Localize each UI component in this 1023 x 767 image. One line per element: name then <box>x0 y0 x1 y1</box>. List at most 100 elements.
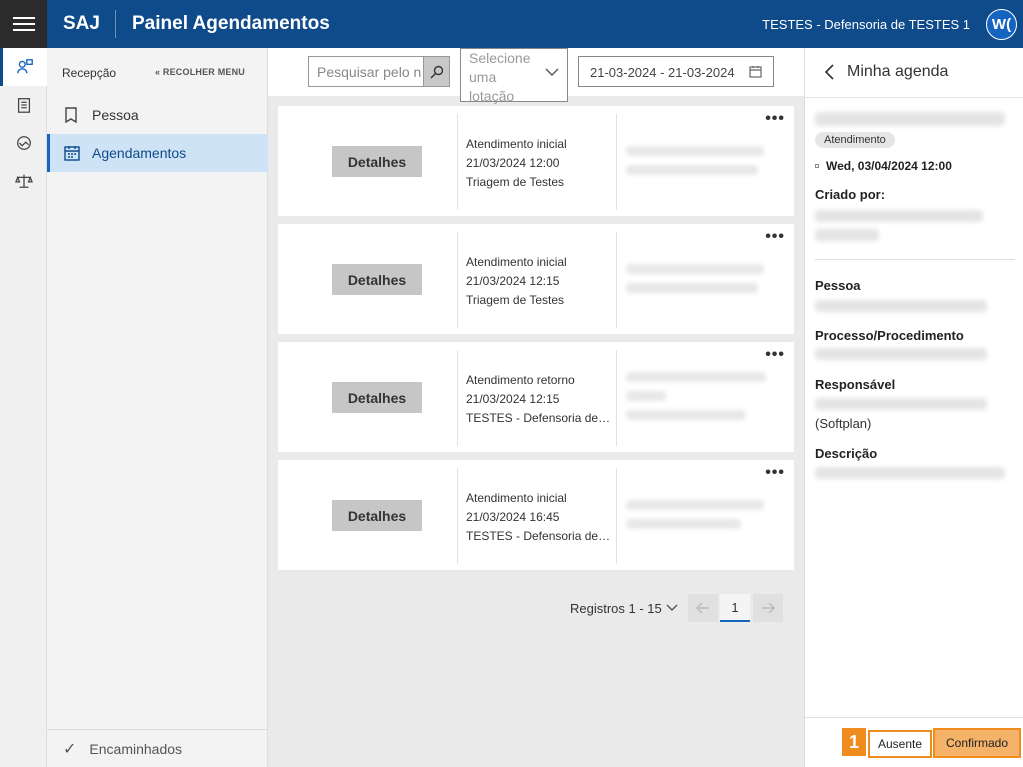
chevron-down-icon[interactable] <box>665 600 679 614</box>
redacted-text <box>626 410 746 420</box>
check-icon: ✓ <box>63 740 77 758</box>
date-range-value: 21-03-2024 - 21-03-2024 <box>590 65 735 80</box>
search-button[interactable] <box>423 56 450 87</box>
back-arrow-icon[interactable] <box>823 63 835 81</box>
redacted-text <box>626 165 758 175</box>
chevron-down-icon <box>545 68 559 76</box>
bookmark-icon <box>64 107 80 123</box>
collapse-menu-label: RECOLHER MENU <box>162 67 245 77</box>
redacted-text <box>626 519 741 529</box>
date-range-input[interactable]: 21-03-2024 - 21-03-2024 <box>578 56 774 87</box>
lotacao-select[interactable]: Selecione uma lotação <box>460 48 568 104</box>
details-button[interactable]: Detalhes <box>332 500 422 531</box>
brand-logo: SAJ <box>63 13 100 34</box>
redacted-text <box>626 264 764 274</box>
page-button-current[interactable]: 1 <box>720 594 750 622</box>
next-page-button[interactable] <box>753 594 783 622</box>
card-divider <box>457 114 458 210</box>
redacted-text <box>626 146 764 156</box>
top-bar: SAJ Painel Agendamentos TESTES - Defenso… <box>0 0 1023 48</box>
appointment-location: Triagem de Testes <box>466 175 565 189</box>
side-menu-section: Recepção <box>62 66 117 80</box>
prev-page-button[interactable] <box>688 594 718 622</box>
responsavel-label: Responsável <box>815 377 896 392</box>
redacted-text <box>815 210 983 222</box>
appointment-date-value: Wed, 03/04/2024 12:00 <box>826 159 952 173</box>
card-divider <box>616 232 617 328</box>
appointment-datetime: 21/03/2024 12:15 <box>466 392 560 406</box>
sidebar-item-label: Agendamentos <box>92 145 187 161</box>
appointment-card: Detalhes Atendimento inicial 21/03/2024 … <box>278 460 794 570</box>
sidebar-item-agendamentos[interactable]: Agendamentos <box>47 134 268 172</box>
redacted-text <box>626 372 766 382</box>
calendar-icon[interactable] <box>749 65 762 78</box>
appointment-location: TESTES - Defensoria de ... <box>466 411 611 425</box>
lotacao-select-placeholder: Selecione uma lotação <box>469 50 531 104</box>
organization-name[interactable]: TESTES - Defensoria de TESTES 1 <box>762 17 970 32</box>
redacted-text <box>815 467 1005 479</box>
rail-scales-icon[interactable] <box>0 162 47 200</box>
card-divider <box>616 114 617 210</box>
sidebar-item-label: Pessoa <box>92 107 139 123</box>
appointment-location: Triagem de Testes <box>466 293 565 307</box>
panel-divider <box>815 259 1015 260</box>
pessoa-label: Pessoa <box>815 278 861 293</box>
redacted-text <box>815 300 987 312</box>
search-icon <box>430 65 443 78</box>
arrow-left-icon <box>696 602 709 614</box>
created-by-label: Criado por: <box>815 187 886 202</box>
rail-reception-icon[interactable] <box>0 48 47 86</box>
more-options-icon[interactable]: ••• <box>765 228 785 246</box>
appointment-datetime: 21/03/2024 12:00 <box>466 156 560 170</box>
card-divider <box>616 468 617 564</box>
appointment-type: Atendimento retorno <box>466 373 575 387</box>
card-divider <box>457 468 458 564</box>
redacted-name <box>815 112 1005 126</box>
collapse-menu-button[interactable]: « RECOLHER MENU <box>155 67 245 77</box>
avatar[interactable]: W( <box>986 9 1017 40</box>
appointment-location: TESTES - Defensoria de ... <box>466 529 611 543</box>
appointment-info: Atendimento inicial 21/03/2024 16:45 TES… <box>466 489 611 546</box>
appointment-card: Detalhes Atendimento retorno 21/03/2024 … <box>278 342 794 452</box>
sidebar-item-encaminhados[interactable]: ✓ Encaminhados <box>47 729 268 767</box>
appointment-type: Atendimento inicial <box>466 137 567 151</box>
sidebar-item-pessoa[interactable]: Pessoa <box>47 96 268 134</box>
appointment-date: Wed, 03/04/2024 12:00 <box>815 159 952 173</box>
confirmado-button[interactable]: Confirmado <box>933 728 1021 758</box>
processo-label: Processo/Procedimento <box>815 328 964 343</box>
page-title: Painel Agendamentos <box>132 13 330 34</box>
more-options-icon[interactable]: ••• <box>765 110 785 128</box>
more-options-icon[interactable]: ••• <box>765 464 785 482</box>
appointment-type: Atendimento inicial <box>466 491 567 505</box>
redacted-text <box>815 398 987 410</box>
card-divider <box>616 350 617 446</box>
more-options-icon[interactable]: ••• <box>765 346 785 364</box>
brand-divider <box>115 10 116 38</box>
icon-rail <box>0 48 47 767</box>
rail-handshake-icon[interactable] <box>0 124 47 162</box>
appointment-info: Atendimento retorno 21/03/2024 12:15 TES… <box>466 371 611 428</box>
records-count: Registros 1 - 15 <box>570 601 662 616</box>
panel-footer: 1 Ausente Confirmado <box>805 717 1023 767</box>
search-input[interactable]: Pesquisar pelo n <box>308 56 424 87</box>
responsavel-suffix: (Softplan) <box>815 416 872 431</box>
details-button[interactable]: Detalhes <box>332 264 422 295</box>
ausente-button[interactable]: Ausente <box>868 730 932 758</box>
redacted-text <box>626 500 764 510</box>
details-button[interactable]: Detalhes <box>332 382 422 413</box>
rail-clipboard-icon[interactable] <box>0 86 47 124</box>
status-badge: Atendimento <box>815 132 895 148</box>
details-button[interactable]: Detalhes <box>332 146 422 177</box>
panel-title: Minha agenda <box>847 63 949 80</box>
appointment-info: Atendimento inicial 21/03/2024 12:15 Tri… <box>466 253 611 310</box>
step-marker: 1 <box>842 728 866 756</box>
appointment-datetime: 21/03/2024 12:15 <box>466 274 560 288</box>
menu-icon[interactable] <box>0 0 47 48</box>
bullet-icon <box>815 164 819 168</box>
appointment-card: Detalhes Atendimento inicial 21/03/2024 … <box>278 224 794 334</box>
agenda-panel: Minha agenda Atendimento Wed, 03/04/2024… <box>804 48 1023 767</box>
appointment-datetime: 21/03/2024 16:45 <box>466 510 560 524</box>
sidebar-item-label: Encaminhados <box>89 740 183 757</box>
card-divider <box>457 232 458 328</box>
appointment-type: Atendimento inicial <box>466 255 567 269</box>
